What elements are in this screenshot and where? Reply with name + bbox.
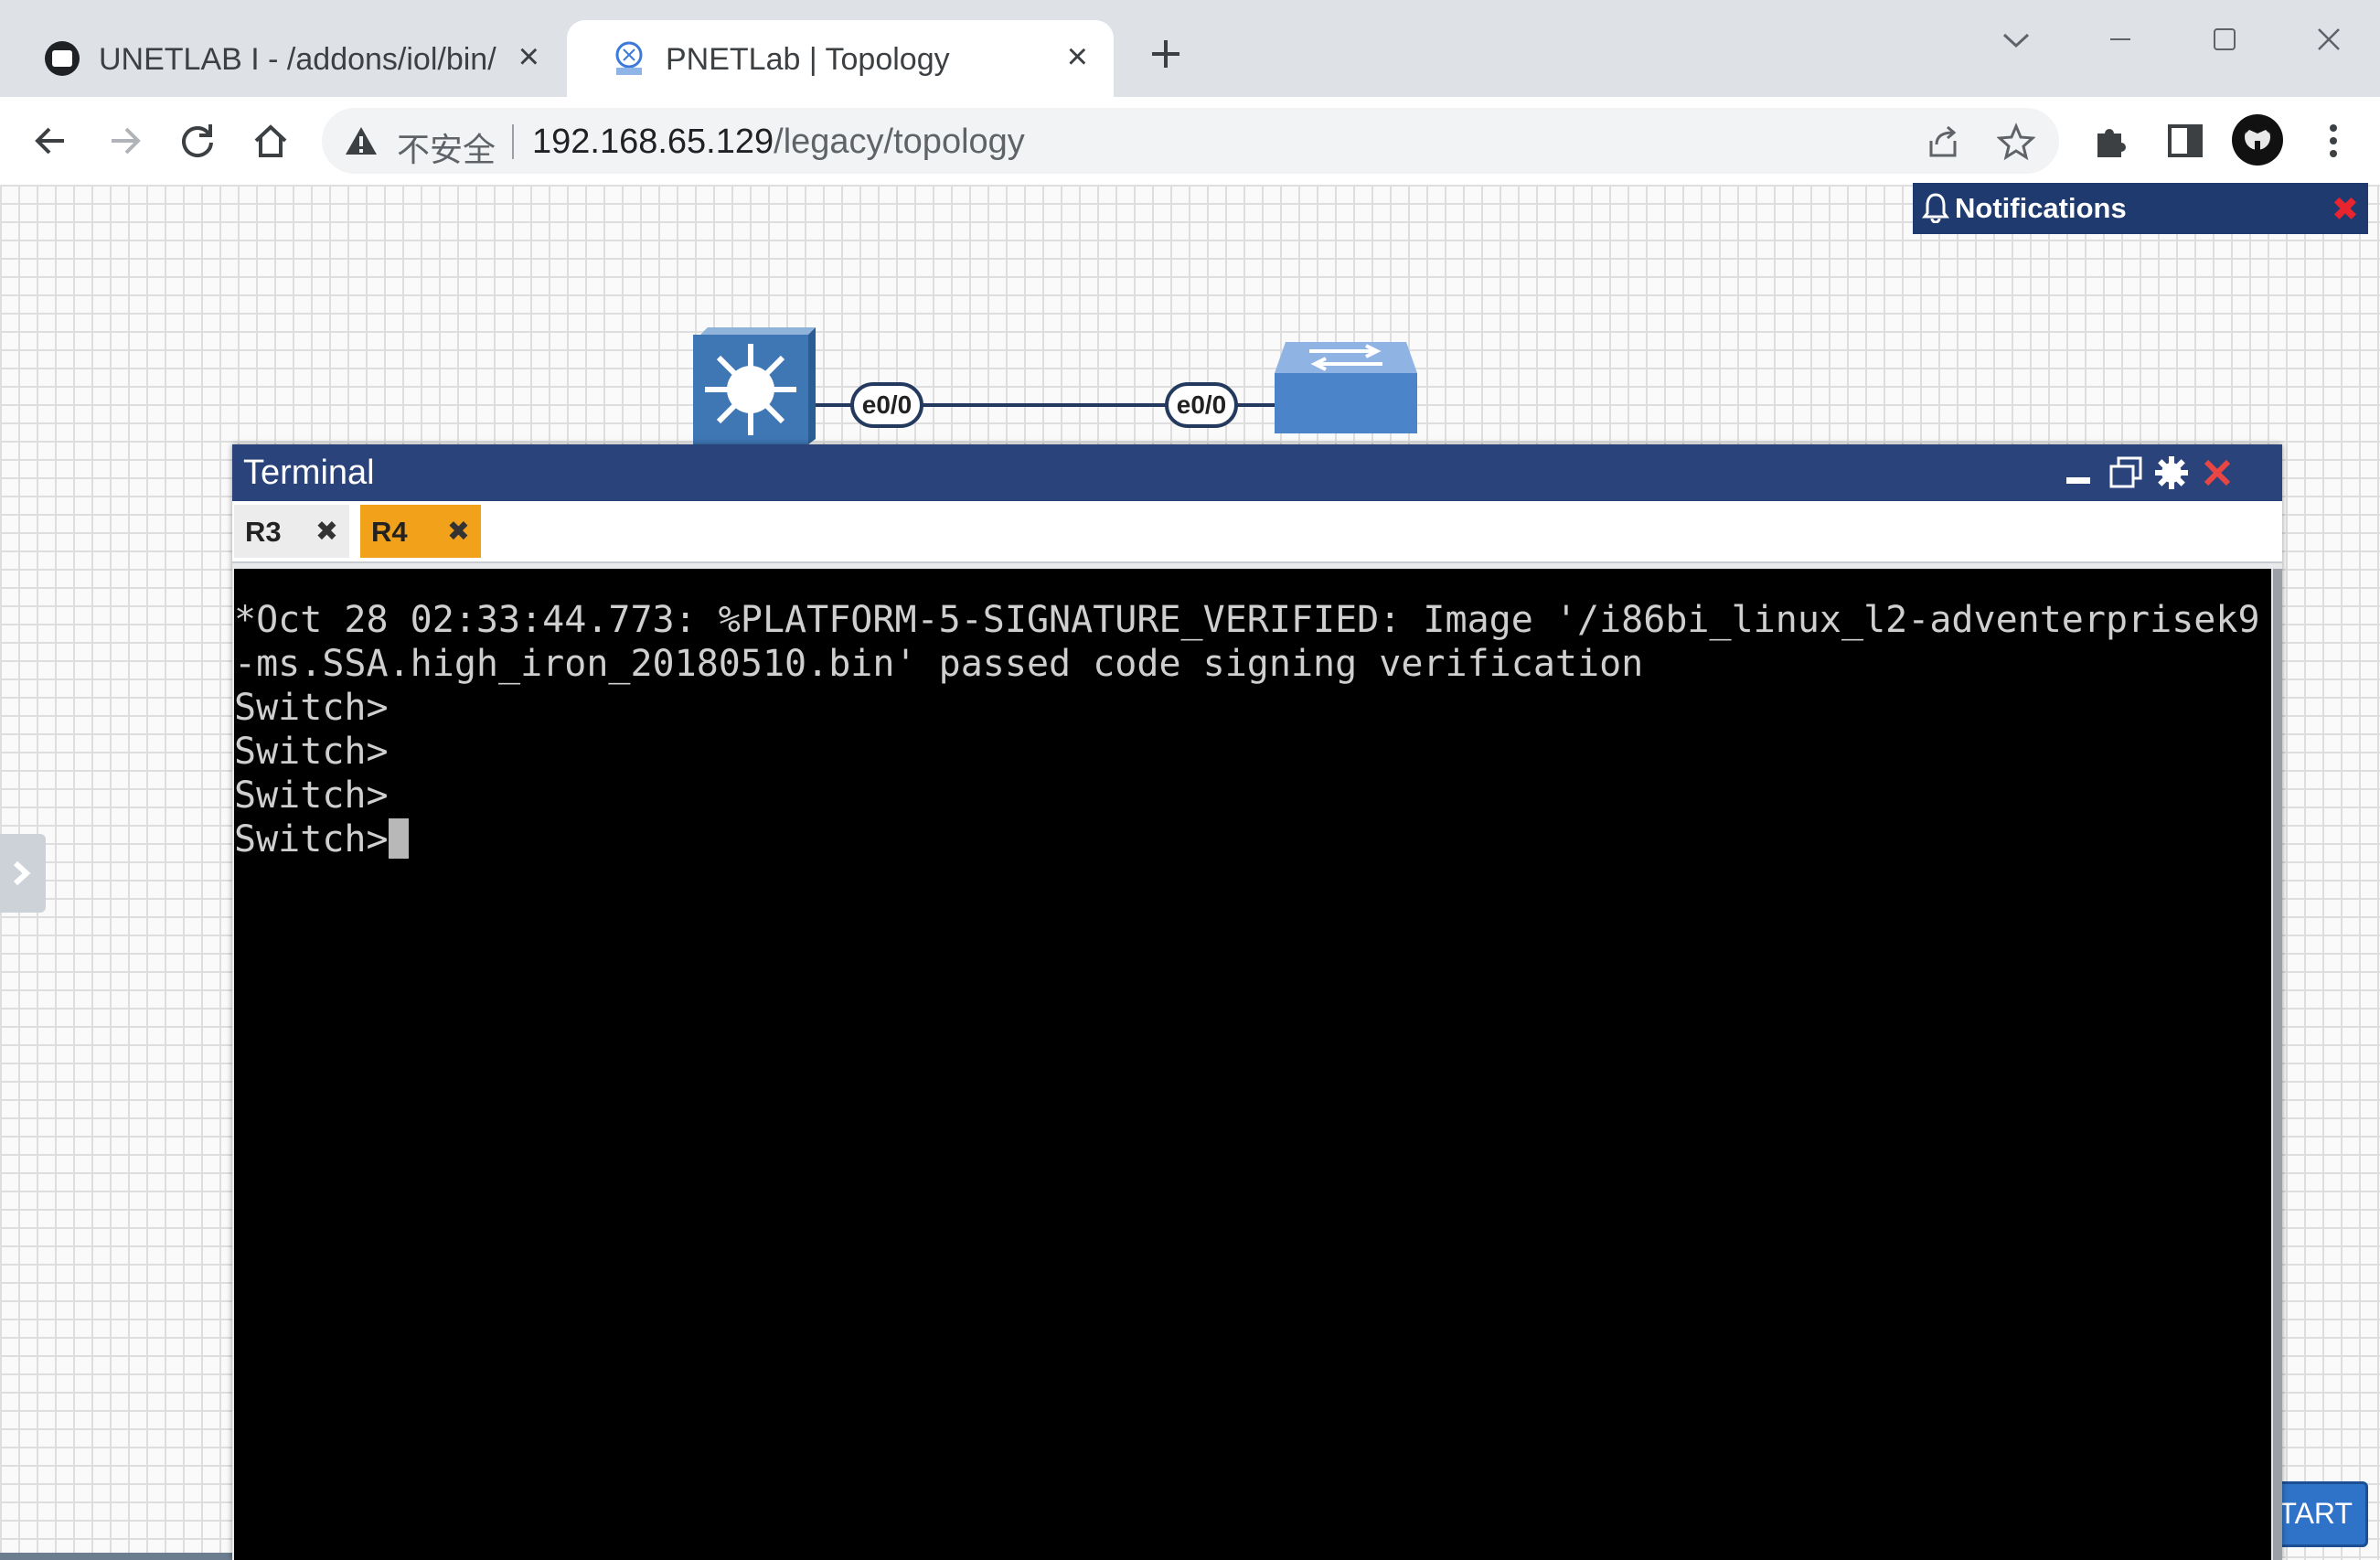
window-close-icon[interactable] bbox=[2306, 16, 2352, 62]
terminal-line: Switch> bbox=[234, 775, 389, 817]
notifications-bar: Notifications ✖ bbox=[1913, 183, 2368, 234]
close-icon[interactable]: × bbox=[518, 37, 539, 77]
node-r4-switch-icon[interactable] bbox=[1273, 338, 1419, 435]
terminal-tab-bar: R3 ✖ R4 ✖ bbox=[232, 501, 2282, 563]
profile-avatar-icon[interactable] bbox=[2231, 113, 2284, 166]
terminal-line: *Oct 28 02:33:44.773: %PLATFORM-5-SIGNAT… bbox=[234, 599, 2260, 641]
forward-arrow-icon[interactable] bbox=[101, 117, 148, 165]
terminal-cursor bbox=[388, 818, 409, 859]
back-arrow-icon[interactable] bbox=[27, 117, 75, 165]
port-label-right[interactable]: e0/0 bbox=[1165, 382, 1238, 428]
terminal-tab-r4[interactable]: R4 ✖ bbox=[360, 505, 481, 558]
share-icon[interactable] bbox=[1924, 123, 1962, 161]
port-label-left[interactable]: e0/0 bbox=[850, 382, 923, 428]
terminal-titlebar[interactable]: Terminal bbox=[232, 444, 2282, 501]
window-minimize-icon[interactable] bbox=[2097, 16, 2143, 62]
address-bar[interactable]: 不安全 192.168.65.129/legacy/topology bbox=[322, 108, 2059, 174]
unetlab-favicon-icon bbox=[45, 41, 80, 76]
terminal-line: Switch> bbox=[234, 731, 389, 773]
url-host: 192.168.65.129 bbox=[532, 123, 774, 161]
terminal-console[interactable]: *Oct 28 02:33:44.773: %PLATFORM-5-SIGNAT… bbox=[234, 569, 2271, 1560]
sidebar-toggle[interactable] bbox=[0, 834, 46, 913]
address-divider bbox=[512, 124, 514, 159]
close-icon[interactable]: × bbox=[1067, 37, 1088, 77]
window-maximize-icon[interactable] bbox=[2202, 16, 2247, 62]
browser-tab-strip: UNETLAB I - /addons/iol/bin/ × PNETLab |… bbox=[0, 0, 2380, 97]
terminal-scrollbar[interactable] bbox=[2273, 569, 2282, 1560]
terminal-tab-label: R3 bbox=[245, 516, 282, 548]
close-icon[interactable]: ✖ bbox=[447, 516, 470, 548]
url-text[interactable]: 192.168.65.129/legacy/topology bbox=[532, 123, 1025, 162]
side-panel-icon[interactable] bbox=[2161, 117, 2209, 165]
terminal-restore-icon[interactable] bbox=[2107, 454, 2145, 492]
horizontal-scrollbar[interactable] bbox=[0, 1553, 238, 1560]
terminal-settings-gear-icon[interactable] bbox=[2152, 454, 2191, 492]
terminal-tab-label: R4 bbox=[371, 516, 408, 548]
terminal-close-icon[interactable] bbox=[2198, 454, 2236, 492]
url-path: /legacy/topology bbox=[774, 123, 1025, 161]
browser-toolbar: 不安全 192.168.65.129/legacy/topology bbox=[0, 97, 2380, 187]
node-r3-multilayer-switch-icon[interactable] bbox=[689, 326, 817, 444]
terminal-tab-r3[interactable]: R3 ✖ bbox=[234, 505, 349, 558]
browser-tab-title: UNETLAB I - /addons/iol/bin/ bbox=[99, 42, 496, 77]
terminal-minimize-icon[interactable] bbox=[2059, 454, 2097, 492]
browser-tab-pnetlab[interactable]: PNETLab | Topology × bbox=[567, 20, 1114, 97]
new-tab-plus-icon[interactable] bbox=[1143, 31, 1189, 77]
terminal-window[interactable]: Terminal R3 ✖ R4 ✖ *Oct 28 02:33:44.773:… bbox=[232, 444, 2282, 1560]
close-icon[interactable]: ✖ bbox=[315, 516, 338, 548]
chevron-right-icon bbox=[13, 860, 31, 886]
home-icon[interactable] bbox=[247, 117, 294, 165]
start-button[interactable]: TART bbox=[2271, 1481, 2368, 1547]
terminal-output: *Oct 28 02:33:44.773: %PLATFORM-5-SIGNAT… bbox=[234, 598, 2260, 861]
terminal-title: Terminal bbox=[243, 454, 375, 492]
tab-search-chevron-down-icon[interactable] bbox=[1993, 16, 2039, 62]
browser-tab-title: PNETLab | Topology bbox=[666, 42, 950, 77]
not-secure-label[interactable]: 不安全 bbox=[397, 123, 496, 171]
terminal-prompt-line: Switch> bbox=[234, 818, 389, 860]
notifications-close-icon[interactable]: ✖ bbox=[2332, 190, 2359, 229]
bookmark-star-icon[interactable] bbox=[1997, 123, 2035, 161]
warning-triangle-icon[interactable] bbox=[344, 124, 379, 157]
pnetlab-favicon-icon bbox=[615, 41, 643, 75]
reload-icon[interactable] bbox=[174, 117, 221, 165]
notifications-title: Notifications bbox=[1955, 192, 2127, 224]
browser-tab-unetlab[interactable]: UNETLAB I - /addons/iol/bin/ × bbox=[0, 20, 565, 97]
browser-menu-kebab-icon[interactable] bbox=[2310, 117, 2357, 165]
terminal-line: Switch> bbox=[234, 687, 389, 729]
extensions-puzzle-icon[interactable] bbox=[2088, 117, 2136, 165]
terminal-line: -ms.SSA.high_iron_20180510.bin' passed c… bbox=[234, 643, 1644, 685]
bell-icon bbox=[1922, 193, 1949, 223]
